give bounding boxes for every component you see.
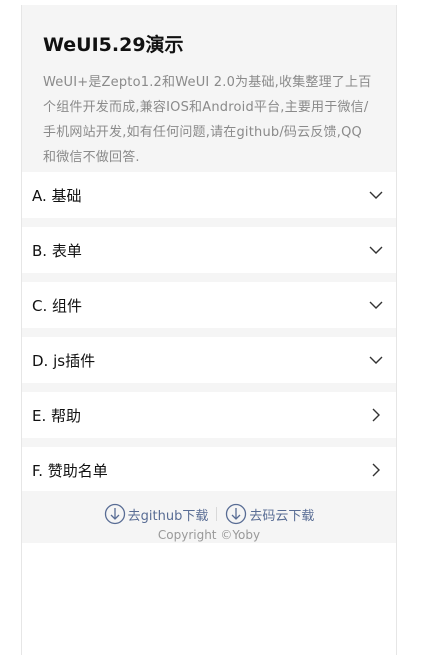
download-icon [226, 503, 247, 525]
chevron-right-icon [372, 463, 380, 477]
blank-area [22, 543, 396, 655]
download-icon [104, 503, 125, 525]
menu-list: A. 基础 B. 表单 C. 组件 D. js插件 E. 帮助 F. 赞助名单 [22, 172, 396, 502]
menu-item-form[interactable]: B. 表单 [22, 227, 396, 273]
menu-item-basic[interactable]: A. 基础 [22, 172, 396, 218]
menu-item-js-plugins[interactable]: D. js插件 [22, 337, 396, 383]
menu-item-label: A. 基础 [32, 186, 82, 205]
menu-item-label: E. 帮助 [32, 406, 82, 425]
menu-item-label: C. 组件 [32, 296, 83, 315]
github-download-link[interactable]: 去github下载 [104, 503, 209, 525]
chevron-down-icon [369, 191, 383, 199]
gitee-download-label: 去码云下载 [249, 508, 315, 524]
github-download-label: 去github下载 [127, 508, 209, 524]
copyright-text: Copyright ©Yoby [157, 528, 261, 542]
page-footer: 去github下载 去码云下载 Copyright ©Yoby [22, 491, 396, 543]
footer-links: 去github下载 去码云下载 [22, 491, 396, 527]
chevron-down-icon [369, 246, 383, 254]
footer-divider [216, 507, 218, 521]
page-frame: WeUI5.29演示 WeUI+是Zepto1.2和WeUI 2.0为基础,收集… [21, 5, 397, 655]
menu-item-label: D. js插件 [32, 351, 96, 370]
menu-item-sponsors[interactable]: F. 赞助名单 [22, 447, 396, 493]
gitee-download-link[interactable]: 去码云下载 [225, 503, 314, 525]
menu-item-label: F. 赞助名单 [32, 461, 108, 480]
menu-item-components[interactable]: C. 组件 [22, 282, 396, 328]
page-description: WeUI+是Zepto1.2和WeUI 2.0为基础,收集整理了上百个组件开发而… [43, 75, 372, 165]
menu-item-help[interactable]: E. 帮助 [22, 392, 396, 438]
chevron-down-icon [369, 356, 383, 364]
page-title: WeUI5.29演示 [43, 34, 184, 56]
menu-item-label: B. 表单 [32, 241, 82, 260]
chevron-down-icon [369, 301, 383, 309]
page-header: WeUI5.29演示 WeUI+是Zepto1.2和WeUI 2.0为基础,收集… [22, 5, 396, 173]
chevron-right-icon [372, 408, 380, 422]
